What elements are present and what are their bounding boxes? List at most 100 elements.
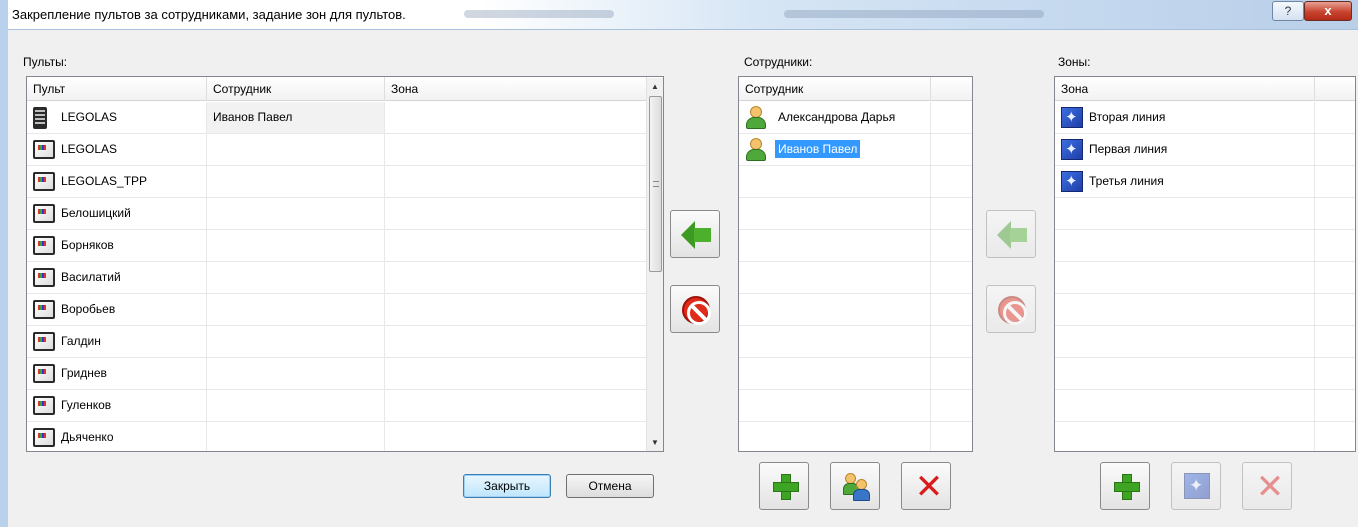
console-employee-cell[interactable] bbox=[207, 134, 385, 165]
scroll-down-arrow-icon[interactable]: ▼ bbox=[647, 434, 663, 451]
console-name-cell[interactable]: Дьяченко bbox=[27, 422, 207, 451]
cancel-button[interactable]: Отмена bbox=[566, 474, 654, 498]
console-employee-cell[interactable] bbox=[207, 294, 385, 325]
console-name-cell[interactable]: Гуленков bbox=[27, 390, 207, 421]
console-zone-cell[interactable] bbox=[385, 358, 647, 389]
phone-icon bbox=[33, 107, 47, 129]
consoles-table[interactable]: Пульт Сотрудник Зона LEGOLAS Иванов Павел… bbox=[26, 76, 664, 452]
console-name-cell[interactable]: LEGOLAS_TPP bbox=[27, 166, 207, 197]
column-header-console[interactable]: Пульт bbox=[27, 77, 207, 101]
employees-table[interactable]: Сотрудник Александрова Дарья Иванов Павел bbox=[738, 76, 973, 452]
console-name-cell[interactable]: LEGOLAS bbox=[27, 134, 207, 165]
scrollbar-thumb[interactable] bbox=[649, 96, 662, 272]
terminal-icon bbox=[33, 172, 55, 191]
table-row[interactable]: LEGOLAS bbox=[27, 134, 663, 166]
list-item[interactable]: Третья линия bbox=[1055, 166, 1355, 198]
empty-cell bbox=[739, 390, 931, 421]
column-header-employee[interactable]: Сотрудник bbox=[207, 77, 385, 101]
console-zone-cell[interactable] bbox=[385, 422, 647, 451]
console-zone-cell[interactable] bbox=[385, 294, 647, 325]
table-row[interactable]: LEGOLAS Иванов Павел bbox=[27, 102, 663, 134]
terminal-icon bbox=[33, 204, 55, 223]
console-employee-cell[interactable]: Иванов Павел bbox=[207, 102, 385, 133]
console-zone-cell[interactable] bbox=[385, 166, 647, 197]
unassign-zone-button[interactable] bbox=[986, 285, 1036, 333]
console-employee-cell[interactable] bbox=[207, 166, 385, 197]
table-row[interactable]: Василатий bbox=[27, 262, 663, 294]
column-header-zone[interactable]: Зона bbox=[385, 77, 647, 101]
zones-table[interactable]: Зона Вторая линия Первая линия Третья лини… bbox=[1054, 76, 1356, 452]
list-item[interactable]: Вторая линия bbox=[1055, 102, 1355, 134]
console-zone-cell[interactable] bbox=[385, 390, 647, 421]
zones-table-header: Зона bbox=[1055, 77, 1355, 101]
list-item[interactable]: Александрова Дарья bbox=[739, 102, 972, 134]
console-name-cell[interactable]: Белошицкий bbox=[27, 198, 207, 229]
console-zone-cell[interactable] bbox=[385, 262, 647, 293]
console-name-cell[interactable]: Василатий bbox=[27, 262, 207, 293]
table-row[interactable]: Гуленков bbox=[27, 390, 663, 422]
close-window-button[interactable]: x bbox=[1304, 1, 1352, 21]
column-header-employee[interactable]: Сотрудник bbox=[739, 77, 931, 101]
table-row[interactable]: LEGOLAS_TPP bbox=[27, 166, 663, 198]
console-name-cell[interactable]: LEGOLAS bbox=[27, 102, 207, 133]
table-row[interactable]: Воробьев bbox=[27, 294, 663, 326]
help-button[interactable]: ? bbox=[1272, 1, 1304, 21]
zone-cell[interactable]: Вторая линия bbox=[1055, 102, 1315, 133]
zone-icon bbox=[1184, 473, 1210, 499]
close-button[interactable]: Закрыть bbox=[463, 474, 551, 498]
table-row[interactable]: Галдин bbox=[27, 326, 663, 358]
empty-cell bbox=[739, 262, 931, 293]
table-row[interactable]: Борняков bbox=[27, 230, 663, 262]
add-employee-button[interactable] bbox=[759, 462, 809, 510]
console-zone-cell[interactable] bbox=[385, 230, 647, 261]
employees-group-button[interactable] bbox=[830, 462, 880, 510]
column-header-zone[interactable]: Зона bbox=[1055, 77, 1315, 101]
delete-zone-button[interactable]: ✕ bbox=[1242, 462, 1292, 510]
console-name: Василатий bbox=[61, 270, 121, 284]
console-zone-cell[interactable] bbox=[385, 102, 647, 133]
list-item[interactable]: Иванов Павел bbox=[739, 134, 972, 166]
delete-employee-button[interactable]: ✕ bbox=[901, 462, 951, 510]
consoles-scrollbar[interactable]: ▲ ▼ bbox=[646, 78, 663, 451]
title-bar[interactable]: Закрепление пультов за сотрудниками, зад… bbox=[8, 0, 1358, 30]
console-name-cell[interactable]: Гриднев bbox=[27, 358, 207, 389]
empty-cell bbox=[1055, 230, 1315, 261]
edit-zone-button[interactable] bbox=[1171, 462, 1221, 510]
console-employee-cell[interactable] bbox=[207, 230, 385, 261]
console-employee-cell[interactable] bbox=[207, 390, 385, 421]
console-name-cell[interactable]: Галдин bbox=[27, 326, 207, 357]
table-row[interactable]: Белошицкий bbox=[27, 198, 663, 230]
user-icon bbox=[745, 138, 767, 162]
scroll-up-arrow-icon[interactable]: ▲ bbox=[647, 78, 663, 95]
table-row[interactable]: Дьяченко bbox=[27, 422, 663, 451]
console-zone-cell[interactable] bbox=[385, 326, 647, 357]
employee-cell[interactable]: Иванов Павел bbox=[739, 134, 931, 165]
list-item[interactable]: Первая линия bbox=[1055, 134, 1355, 166]
console-employee-cell[interactable] bbox=[207, 198, 385, 229]
blurred-background-text bbox=[464, 10, 614, 18]
assign-zone-button[interactable] bbox=[986, 210, 1036, 258]
consoles-label: Пульты: bbox=[23, 55, 68, 69]
console-zone-cell[interactable] bbox=[385, 134, 647, 165]
table-row[interactable]: Гриднев bbox=[27, 358, 663, 390]
console-employee-cell[interactable] bbox=[207, 358, 385, 389]
console-name-cell[interactable]: Борняков bbox=[27, 230, 207, 261]
console-name-cell[interactable]: Воробьев bbox=[27, 294, 207, 325]
delete-x-icon: ✕ bbox=[914, 467, 944, 507]
assign-employee-button[interactable] bbox=[670, 210, 720, 258]
zone-cell[interactable]: Третья линия bbox=[1055, 166, 1315, 197]
console-zone-cell[interactable] bbox=[385, 198, 647, 229]
add-zone-button[interactable] bbox=[1100, 462, 1150, 510]
console-name: Гриднев bbox=[61, 366, 107, 380]
empty-row bbox=[739, 294, 972, 326]
console-employee-cell[interactable] bbox=[207, 262, 385, 293]
console-employee-cell[interactable] bbox=[207, 422, 385, 451]
empty-row bbox=[1055, 358, 1355, 390]
unassign-employee-button[interactable] bbox=[670, 285, 720, 333]
console-name: LEGOLAS bbox=[61, 110, 118, 124]
zone-name: Вторая линия bbox=[1089, 110, 1166, 124]
empty-row bbox=[739, 326, 972, 358]
employee-cell[interactable]: Александрова Дарья bbox=[739, 102, 931, 133]
console-employee-cell[interactable] bbox=[207, 326, 385, 357]
zone-cell[interactable]: Первая линия bbox=[1055, 134, 1315, 165]
